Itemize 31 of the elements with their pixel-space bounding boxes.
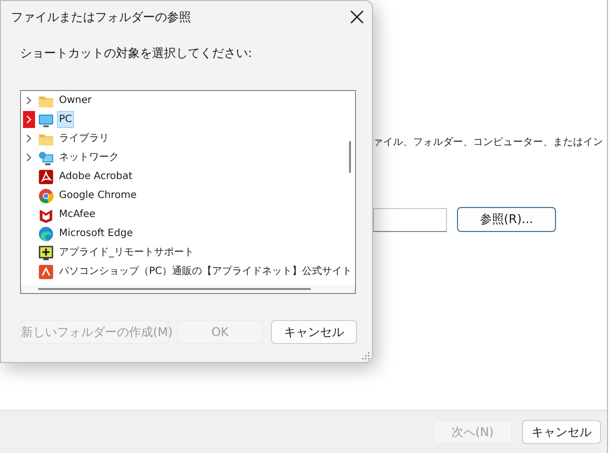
browse-button[interactable]: 参照(R)... bbox=[457, 207, 556, 232]
scrollbar-thumb[interactable] bbox=[349, 141, 351, 173]
tree-item[interactable]: アプライド_リモートサポート bbox=[57, 244, 196, 261]
tree-item[interactable]: Owner bbox=[57, 92, 94, 109]
monitor-icon bbox=[38, 112, 54, 128]
cancel-button[interactable]: キャンセル bbox=[271, 320, 357, 344]
cancel-button[interactable]: キャンセル bbox=[522, 420, 601, 444]
tree-item[interactable]: パソコンショップ（PC）通販の【アプライドネット】公式サイト bbox=[57, 263, 354, 280]
close-icon[interactable] bbox=[350, 10, 364, 24]
prompt-text: ショートカットの対象を選択してください: bbox=[20, 45, 254, 61]
scrollbar-thumb[interactable] bbox=[38, 288, 311, 290]
description-text: ァイル、フォルダー、コンピューター、またはイン bbox=[373, 136, 604, 150]
plus-screen-icon bbox=[38, 244, 54, 260]
tree-item[interactable]: McAfee bbox=[57, 206, 98, 223]
tree-item[interactable]: Adobe Acrobat bbox=[57, 168, 134, 185]
tree-item[interactable]: Google Chrome bbox=[57, 187, 139, 204]
web-shortcut-icon bbox=[38, 264, 54, 280]
browser-app-icon bbox=[38, 226, 54, 242]
tree-item[interactable]: PC bbox=[57, 111, 74, 128]
chevron-icon[interactable] bbox=[26, 153, 32, 162]
resize-grip-icon[interactable] bbox=[362, 352, 370, 360]
tree-item[interactable]: Microsoft Edge bbox=[57, 225, 135, 242]
tree-item[interactable]: ネットワーク bbox=[57, 149, 121, 166]
browser-app-icon bbox=[38, 188, 54, 204]
path-field[interactable] bbox=[373, 208, 447, 232]
network-monitor-icon bbox=[38, 150, 54, 166]
document-app-icon bbox=[38, 168, 54, 184]
dialog-title: ファイルまたはフォルダーの参照 bbox=[11, 8, 191, 26]
tree-item[interactable]: ライブラリ bbox=[57, 130, 111, 147]
chevron-icon[interactable] bbox=[26, 96, 32, 105]
chevron-icon[interactable] bbox=[26, 134, 32, 143]
